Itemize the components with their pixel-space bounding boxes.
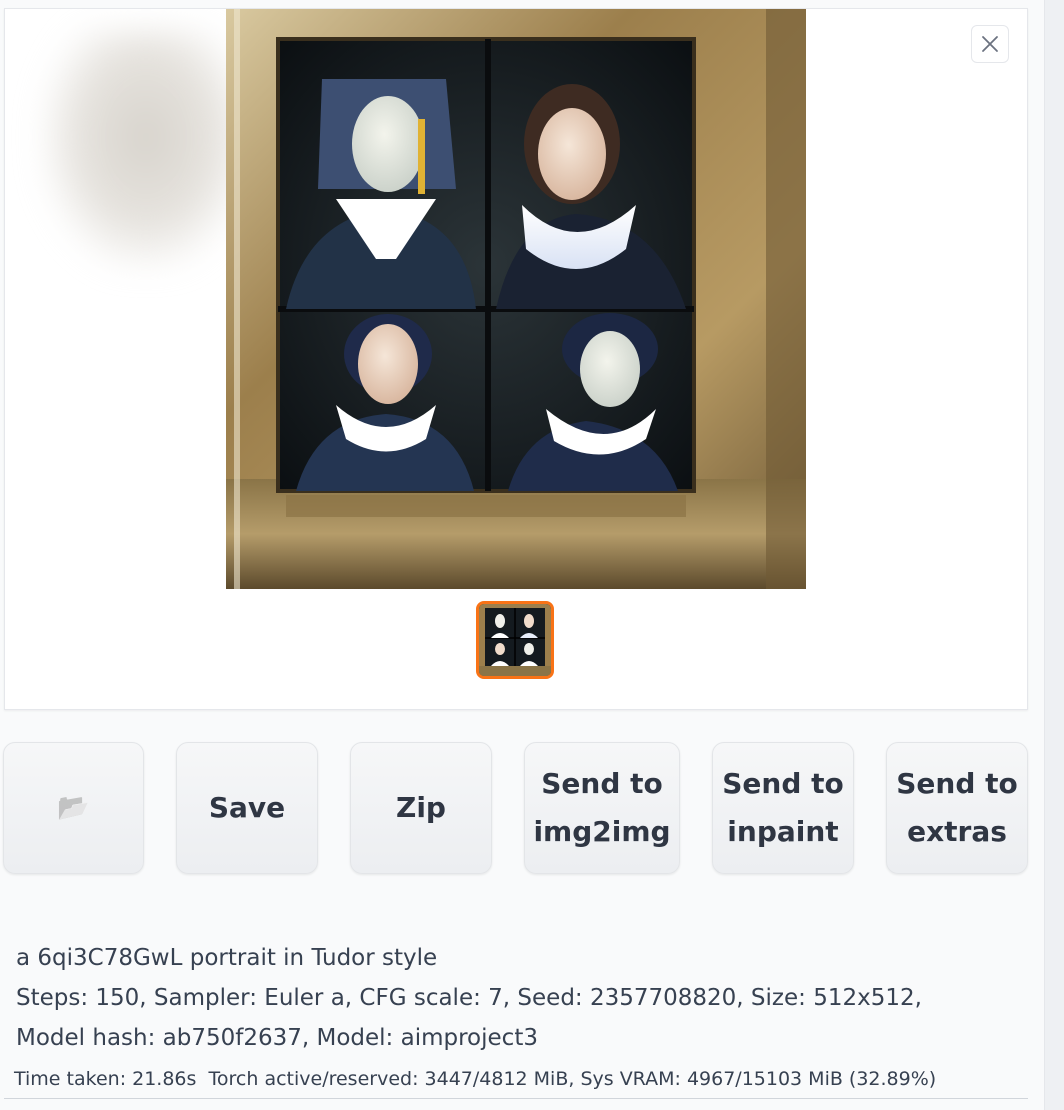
close-icon <box>982 36 998 52</box>
time-taken: Time taken: 21.86s <box>14 1068 197 1090</box>
close-gallery-button[interactable] <box>971 25 1009 63</box>
generation-info: a 6qi3C78GwL portrait in Tudor style Ste… <box>16 938 976 1058</box>
zip-button-label: Zip <box>396 791 446 824</box>
page-scroll-strip <box>1044 0 1064 1110</box>
save-button[interactable]: Save <box>176 742 318 874</box>
send-to-extras-button[interactable]: Send to extras <box>886 742 1028 874</box>
send-to-img2img-label: Send to img2img <box>533 767 671 848</box>
generated-image[interactable] <box>226 9 806 589</box>
image-gallery <box>4 8 1028 710</box>
folder-icon: 📂 <box>57 793 90 823</box>
send-to-img2img-button[interactable]: Send to img2img <box>524 742 680 874</box>
gallery-thumbnail[interactable] <box>476 601 554 679</box>
torch-memory: Torch active/reserved: 3447/4812 MiB, Sy… <box>208 1068 937 1090</box>
blurred-preview-background <box>41 29 251 269</box>
send-to-inpaint-label: Send to inpaint <box>722 767 844 848</box>
send-to-inpaint-button[interactable]: Send to inpaint <box>712 742 854 874</box>
divider <box>4 1098 1028 1099</box>
generation-parameters: Steps: 150, Sampler: Euler a, CFG scale:… <box>16 985 922 1051</box>
send-to-extras-label: Send to extras <box>896 767 1018 848</box>
open-folder-button[interactable]: 📂 <box>3 742 144 874</box>
save-button-label: Save <box>208 791 286 824</box>
performance-info: Time taken: 21.86s Torch active/reserved… <box>14 1064 1024 1094</box>
zip-button[interactable]: Zip <box>350 742 492 874</box>
generation-prompt: a 6qi3C78GwL portrait in Tudor style <box>16 945 438 971</box>
